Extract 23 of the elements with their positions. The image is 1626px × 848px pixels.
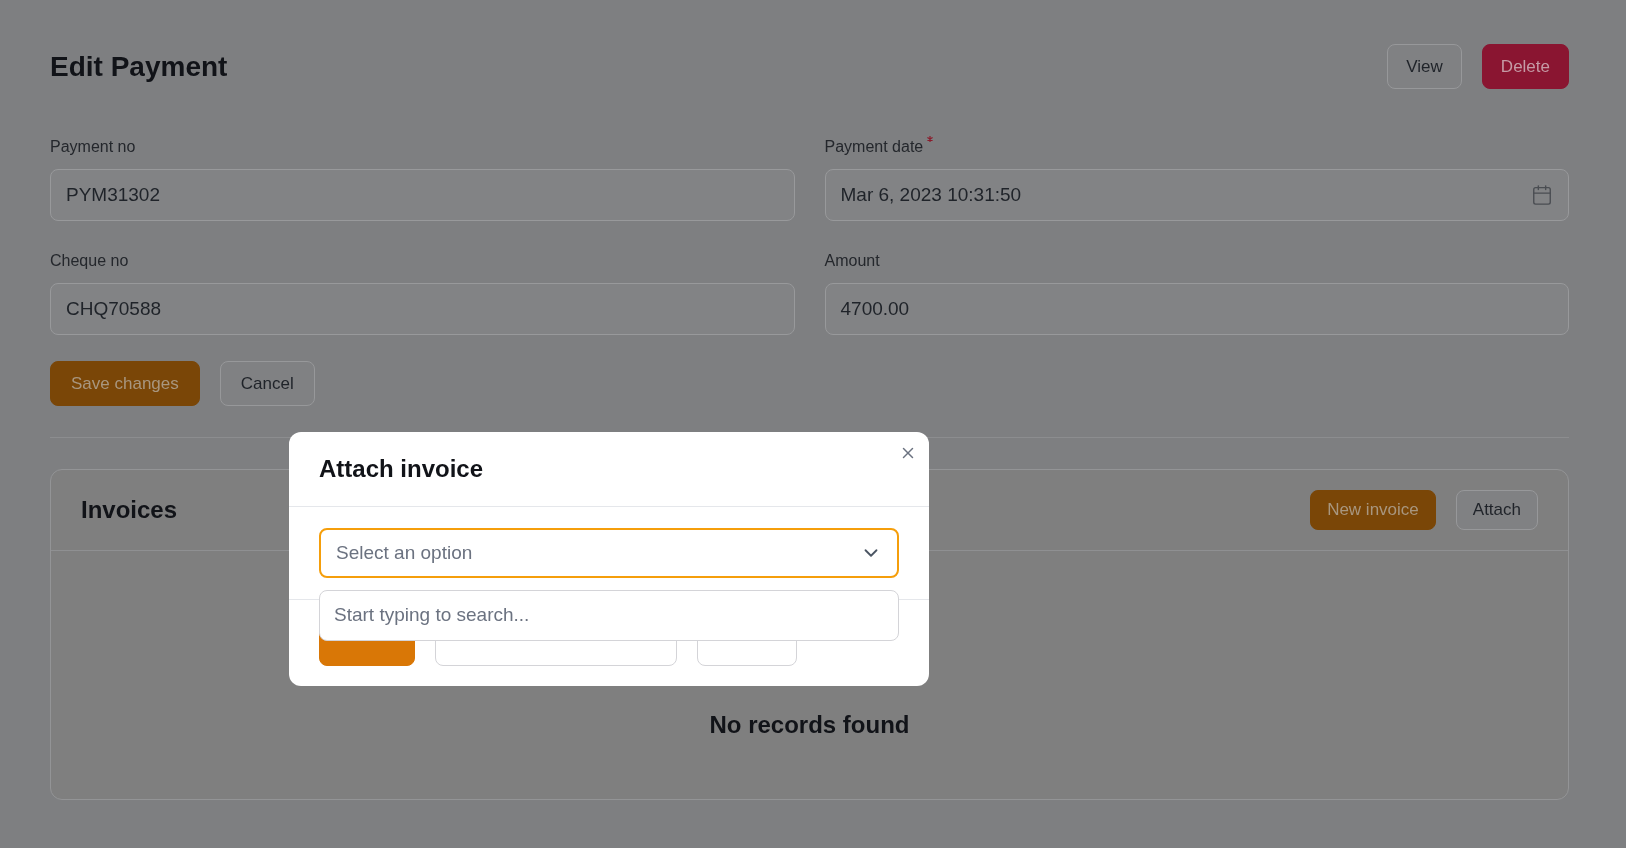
field-label: Cheque no xyxy=(50,251,129,271)
field-label: Payment no xyxy=(50,137,136,157)
save-button[interactable]: Save changes xyxy=(50,361,200,406)
page-title: Edit Payment xyxy=(50,49,228,84)
cancel-button[interactable]: Cancel xyxy=(219,361,315,406)
field-label: Payment date xyxy=(824,137,924,157)
view-button[interactable]: View xyxy=(1387,44,1462,89)
date-field[interactable]: Mar 6, 2023 10:31:50 xyxy=(824,169,1569,221)
search-field[interactable]: Start typing to search... xyxy=(334,601,884,630)
select-field[interactable]: Select an option xyxy=(319,528,899,578)
empty-message: No records found xyxy=(709,710,910,740)
section-title: Invoices xyxy=(81,495,178,525)
required-asterisk-icon xyxy=(927,136,934,142)
modal-title: Attach invoice xyxy=(319,454,484,484)
attach-button[interactable]: Attach xyxy=(1455,490,1538,530)
new-invoice-button[interactable]: New invoice xyxy=(1310,490,1436,530)
field-label: Amount xyxy=(824,251,880,271)
text-field[interactable]: PYM31302 xyxy=(50,169,795,221)
delete-button[interactable]: Delete xyxy=(1481,44,1569,89)
text-field[interactable]: 4700.00 xyxy=(824,283,1569,335)
calendar-icon[interactable] xyxy=(1531,184,1553,206)
text-field[interactable]: CHQ70588 xyxy=(50,283,795,335)
search-dropdown-menu[interactable]: Start typing to search... xyxy=(319,590,899,641)
